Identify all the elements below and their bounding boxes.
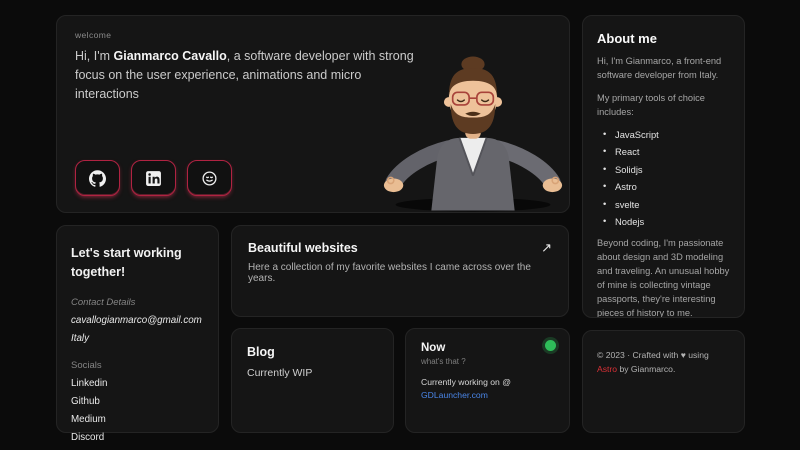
websites-title: Beautiful websites — [248, 241, 358, 255]
contact-card: Let's start working together! Contact De… — [56, 225, 219, 433]
linkedin-icon — [145, 170, 162, 187]
tool-item: Solidjs — [603, 164, 730, 175]
location-text: Italy — [71, 333, 204, 344]
discord-button[interactable] — [187, 160, 232, 196]
socials-label: Socials — [71, 360, 204, 371]
now-title: Now — [421, 342, 554, 354]
now-card: Now what's that ? Currently working on @… — [405, 328, 570, 433]
welcome-eyebrow: welcome — [75, 30, 551, 40]
hero-intro-prefix: Hi, I'm — [75, 49, 114, 63]
github-icon — [89, 170, 106, 187]
hero-social-buttons — [75, 160, 232, 196]
footer-credit: © 2023 · Crafted with ♥ using Astro by G… — [597, 348, 730, 376]
github-button[interactable] — [75, 160, 120, 196]
footer-middle: using — [686, 350, 709, 360]
astro-link[interactable]: Astro — [597, 364, 617, 374]
tools-list: JavaScript React Solidjs Astro svelte No… — [603, 129, 730, 228]
hero-name: Gianmarco Cavallo — [114, 49, 227, 63]
social-link-github[interactable]: Github — [71, 396, 204, 407]
tool-item: Astro — [603, 181, 730, 192]
about-paragraph-hobbies: Beyond coding, I'm passionate about desi… — [597, 237, 730, 318]
social-link-discord[interactable]: Discord — [71, 432, 204, 443]
websites-description: Here a collection of my favorite website… — [248, 262, 552, 284]
external-arrow-icon[interactable]: ↗ — [541, 241, 552, 254]
blog-title: Blog — [247, 345, 378, 359]
beautiful-websites-card[interactable]: Beautiful websites ↗ Here a collection o… — [231, 225, 569, 317]
linkedin-button[interactable] — [131, 160, 176, 196]
tool-item: Nodejs — [603, 216, 730, 227]
about-tools-lead: My primary tools of choice includes: — [597, 92, 730, 120]
email-link[interactable]: cavallogianmarco@gmail.com — [71, 315, 204, 326]
footer-card: © 2023 · Crafted with ♥ using Astro by G… — [582, 330, 745, 433]
about-card: About me Hi, I'm Gianmarco, a front-end … — [582, 15, 745, 318]
online-status-dot — [545, 340, 556, 351]
social-link-medium[interactable]: Medium — [71, 414, 204, 425]
hero-card: welcome Hi, I'm Gianmarco Cavallo, a sof… — [56, 15, 570, 213]
contact-title: Let's start working together! — [71, 244, 204, 282]
tool-item: JavaScript — [603, 129, 730, 140]
contact-details-label: Contact Details — [71, 297, 204, 308]
discord-face-icon — [201, 170, 218, 187]
social-link-linkedin[interactable]: Linkedin — [71, 378, 204, 389]
gdlauncher-link[interactable]: GDLauncher.com — [421, 390, 554, 400]
portfolio-page: welcome Hi, I'm Gianmarco Cavallo, a sof… — [0, 0, 800, 450]
tool-item: svelte — [603, 199, 730, 210]
tool-item: React — [603, 146, 730, 157]
about-title: About me — [597, 31, 730, 46]
now-working-on: Currently working on @ — [421, 377, 554, 387]
about-intro: Hi, I'm Gianmarco, a front-end software … — [597, 55, 730, 83]
now-hint: what's that ? — [421, 357, 554, 366]
blog-status: Currently WIP — [247, 367, 378, 379]
blog-card[interactable]: Blog Currently WIP — [231, 328, 394, 433]
footer-prefix: © 2023 · Crafted with — [597, 350, 681, 360]
websites-header: Beautiful websites ↗ — [248, 241, 552, 255]
footer-suffix: by Gianmarco. — [617, 364, 675, 374]
avatar — [381, 54, 565, 212]
hero-intro: Hi, I'm Gianmarco Cavallo, a software de… — [75, 47, 420, 103]
